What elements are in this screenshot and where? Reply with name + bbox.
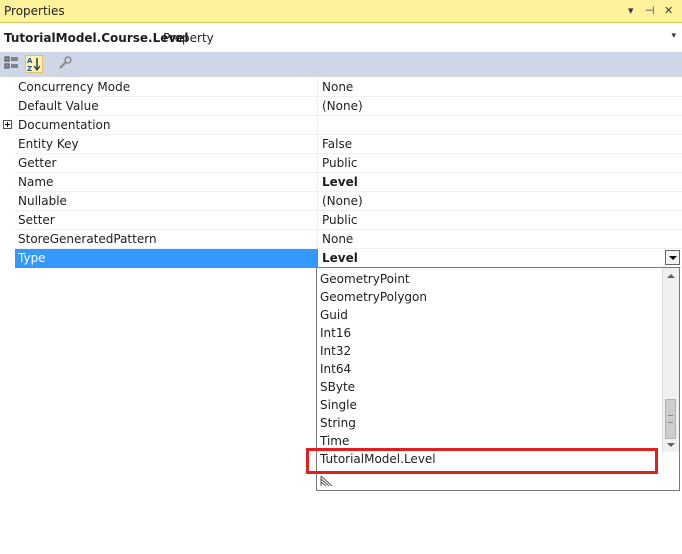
property-value[interactable]: Public	[318, 154, 682, 173]
svg-text:A: A	[27, 57, 33, 65]
dropdown-option[interactable]: Int32	[320, 342, 351, 360]
resize-gripper-icon[interactable]	[320, 475, 334, 487]
dropdown-option[interactable]: Guid	[320, 306, 348, 324]
property-name: Concurrency Mode	[15, 78, 318, 97]
object-name: TutorialModel.Course.Level	[4, 31, 189, 45]
property-value[interactable]: Public	[318, 211, 682, 230]
dropdown-scrollbar[interactable]	[662, 268, 679, 452]
dropdown-option[interactable]: GeometryPoint	[320, 270, 410, 288]
alphabetical-icon[interactable]: A Z	[25, 55, 43, 73]
properties-toolbar: A Z	[0, 52, 682, 77]
property-name: Nullable	[15, 192, 318, 211]
property-name: Name	[15, 173, 318, 192]
window-menu-dropdown-icon[interactable]: ▾	[628, 3, 634, 19]
property-value[interactable]: None	[318, 230, 682, 249]
property-name: StoreGeneratedPattern	[15, 230, 318, 249]
pin-icon[interactable]: ⊣	[645, 3, 655, 19]
scroll-up-arrow-icon[interactable]	[666, 271, 676, 281]
property-value[interactable]: None	[318, 78, 682, 97]
property-row-setter[interactable]: Setter Public	[0, 211, 682, 230]
property-value[interactable]: Level	[318, 173, 682, 192]
type-dropdown-button[interactable]	[665, 250, 680, 265]
property-value[interactable]: (None)	[318, 97, 682, 116]
categorized-icon[interactable]	[4, 55, 22, 73]
window-title: Properties	[4, 4, 65, 18]
highlight-annotation-box	[306, 448, 658, 474]
dropdown-option[interactable]: SByte	[320, 378, 355, 396]
object-selector-arrow-icon[interactable]: ▾	[671, 31, 676, 41]
properties-title-bar: Properties ▾ ⊣ ✕	[0, 0, 682, 23]
dropdown-option[interactable]: GeometryPolygon	[320, 288, 427, 306]
scrollbar-thumb[interactable]	[665, 399, 676, 439]
property-row-nullable[interactable]: Nullable (None)	[0, 192, 682, 211]
property-row-getter[interactable]: Getter Public	[0, 154, 682, 173]
close-icon[interactable]: ✕	[664, 3, 673, 19]
property-name: Type	[15, 249, 318, 268]
property-row-name[interactable]: Name Level	[0, 173, 682, 192]
property-row-documentation[interactable]: Documentation	[0, 116, 682, 135]
property-name: Entity Key	[15, 135, 318, 154]
property-value[interactable]: (None)	[318, 192, 682, 211]
dropdown-option[interactable]: Int64	[320, 360, 351, 378]
property-name: Setter	[15, 211, 318, 230]
property-value[interactable]: False	[318, 135, 682, 154]
expand-icon[interactable]	[3, 120, 12, 129]
object-selector[interactable]: TutorialModel.Course.Level Property ▾	[0, 23, 682, 52]
property-name: Documentation	[15, 116, 318, 135]
property-row-default-value[interactable]: Default Value (None)	[0, 97, 682, 116]
dropdown-option[interactable]: Single	[320, 396, 357, 414]
scroll-down-arrow-icon[interactable]	[666, 440, 676, 450]
type-value[interactable]: Level	[318, 249, 682, 268]
property-row-type[interactable]: Type Level	[0, 249, 682, 268]
property-value[interactable]	[318, 116, 682, 135]
property-row-entity-key[interactable]: Entity Key False	[0, 135, 682, 154]
property-row-concurrency-mode[interactable]: Concurrency Mode None	[0, 78, 682, 97]
property-row-store-generated-pattern[interactable]: StoreGeneratedPattern None	[0, 230, 682, 249]
svg-text:Z: Z	[27, 65, 32, 72]
property-name: Default Value	[15, 97, 318, 116]
object-type: Property	[163, 31, 214, 45]
property-name: Getter	[15, 154, 318, 173]
property-pages-icon[interactable]	[57, 55, 75, 73]
dropdown-option[interactable]: Int16	[320, 324, 351, 342]
dropdown-option[interactable]: String	[320, 414, 356, 432]
